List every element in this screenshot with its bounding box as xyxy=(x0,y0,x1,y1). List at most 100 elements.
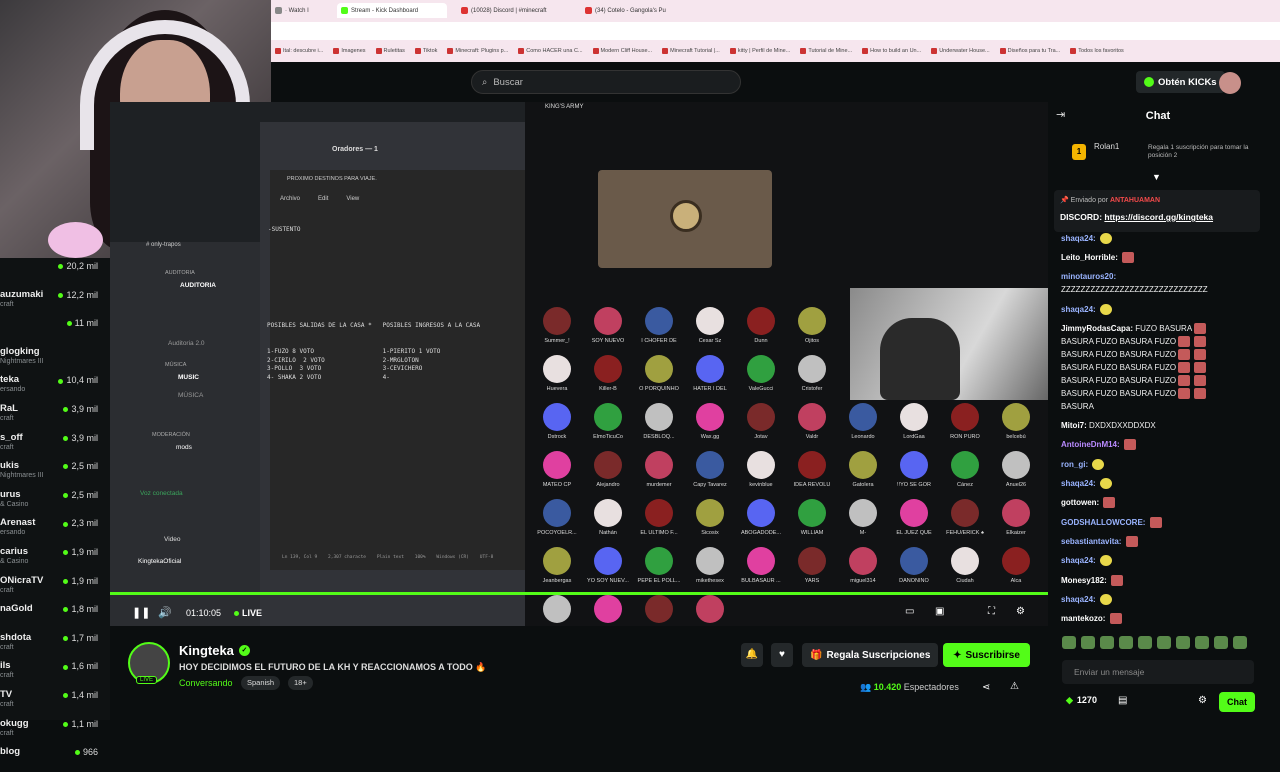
voice-member[interactable]: Gatolera xyxy=(841,449,885,495)
chat-username[interactable]: sebastiantavita: xyxy=(1061,537,1121,546)
stream-category[interactable]: Conversando xyxy=(179,678,233,688)
voice-member[interactable]: Jotav xyxy=(739,401,783,447)
video-player[interactable]: # only-trapos AUDITORIA AUDITORIA Audito… xyxy=(110,102,1048,626)
chat-username[interactable]: mantekozo: xyxy=(1061,614,1105,623)
discord-link[interactable]: https://discord.gg/kingteka xyxy=(1104,212,1213,222)
sidebar-channel[interactable]: ONicraTV craft 1,9 mil xyxy=(0,573,110,601)
search-input[interactable]: ⌕ Buscar xyxy=(471,70,741,94)
notifications-bell-icon[interactable]: 🔔 xyxy=(741,643,763,667)
chat-username[interactable]: gottowen: xyxy=(1061,498,1099,507)
voice-member[interactable]: Huevera xyxy=(535,353,579,399)
fullscreen-icon[interactable]: ⛶ xyxy=(988,606,995,617)
leader-name[interactable]: Rolan1 xyxy=(1094,142,1119,151)
voice-member[interactable]: kevinblue xyxy=(739,449,783,495)
browser-tab[interactable]: (10028) Discord | #minecraft xyxy=(457,3,572,18)
bookmark-item[interactable]: Underwater House... xyxy=(931,48,990,54)
bookmark-item[interactable]: Modern Cliff House... xyxy=(592,48,652,54)
voice-member[interactable]: DANONINO xyxy=(892,545,936,591)
sidebar-channel[interactable]: ils craft 1,6 mil xyxy=(0,658,110,686)
voice-member[interactable]: belcebú xyxy=(994,401,1038,447)
voice-member[interactable]: Dstrock xyxy=(535,401,579,447)
chat-username[interactable]: Monesy182: xyxy=(1061,576,1107,585)
theater-mode-icon[interactable]: ▭ xyxy=(905,606,914,617)
bookmark-item[interactable]: kitty | Perfil de Mine... xyxy=(729,48,790,54)
voice-member[interactable]: O PORQUINHO xyxy=(637,353,681,399)
bookmark-item[interactable]: Minecraft Tutorial |... xyxy=(662,48,720,54)
voice-member[interactable]: Cánez xyxy=(943,449,987,495)
chat-username[interactable]: shaqa24: xyxy=(1061,305,1096,314)
settings-gear-icon[interactable]: ⚙ xyxy=(1016,606,1025,617)
gift-subs-button[interactable]: 🎁 Regala Suscripciones xyxy=(802,643,939,667)
bookmark-item[interactable]: Imagenes xyxy=(333,48,366,54)
voice-member[interactable]: LordGaa xyxy=(892,401,936,447)
sidebar-channel[interactable]: Arenast ersando 2,3 mil xyxy=(0,515,110,543)
voice-member[interactable]: Capy Tavarez xyxy=(688,449,732,495)
report-icon[interactable]: ⚠ xyxy=(1010,681,1019,692)
chat-send-button[interactable]: Chat xyxy=(1219,692,1255,712)
voice-member[interactable]: BULBASAUR ... xyxy=(739,545,783,591)
volume-icon[interactable]: 🔊 xyxy=(158,606,172,619)
voice-member[interactable]: Wax.gg xyxy=(688,401,732,447)
voice-member[interactable]: WILLIAM xyxy=(790,497,834,543)
subscribe-button[interactable]: ✦ Suscribirse xyxy=(943,643,1030,667)
sidebar-channel[interactable]: auzumaki craft 12,2 mil xyxy=(0,287,110,315)
chat-username[interactable]: ron_gi: xyxy=(1061,460,1088,469)
voice-member[interactable]: EL ULTIMO F... xyxy=(637,497,681,543)
voice-member[interactable]: Anuel26 xyxy=(994,449,1038,495)
voice-member[interactable]: Cristofer xyxy=(790,353,834,399)
voice-member[interactable]: Cesar Sz xyxy=(688,305,732,351)
chat-settings-icon[interactable]: ⚙ xyxy=(1198,695,1207,706)
browser-tab[interactable]: (34) Cotelo - Gangola's Pu xyxy=(581,3,691,18)
chat-username[interactable]: GODSHALLOWCORE: xyxy=(1061,518,1145,527)
sidebar-channel[interactable]: s_off craft 3,9 mil xyxy=(0,430,110,458)
stream-progress-bar[interactable] xyxy=(110,592,1048,595)
voice-member[interactable]: I CHOFER DE xyxy=(637,305,681,351)
chat-username[interactable]: minotauros20: xyxy=(1061,272,1116,281)
voice-member[interactable]: PEPE EL POLL... xyxy=(637,545,681,591)
share-icon[interactable]: ⋖ xyxy=(982,682,990,693)
chat-username[interactable]: shaqa24: xyxy=(1061,595,1096,604)
voice-member[interactable]: Elkaizer xyxy=(994,497,1038,543)
store-icon[interactable]: ▤ xyxy=(1118,695,1127,706)
voice-member[interactable]: Valdr xyxy=(790,401,834,447)
expand-arrow-icon[interactable]: ▼ xyxy=(1152,172,1161,182)
user-avatar[interactable] xyxy=(1219,72,1241,94)
chat-username[interactable]: AntoineDnM14: xyxy=(1061,440,1120,449)
voice-member[interactable]: SOY NUEVO xyxy=(586,305,630,351)
chat-username[interactable]: shaqa24: xyxy=(1061,479,1096,488)
voice-member[interactable]: IDEA REVOLU xyxy=(790,449,834,495)
sidebar-channel[interactable]: shdota craft 1,7 mil xyxy=(0,630,110,658)
sidebar-channel[interactable]: ukis Nightmares III 2,5 mil xyxy=(0,458,110,486)
voice-member[interactable]: Alca xyxy=(994,545,1038,591)
voice-member[interactable]: miguel314 xyxy=(841,545,885,591)
bookmark-item[interactable]: Diseños para tu Tra... xyxy=(999,48,1060,54)
voice-member[interactable]: Nathán xyxy=(586,497,630,543)
sidebar-channel[interactable]: urus & Casino 2,5 mil xyxy=(0,487,110,515)
bookmark-item[interactable]: Ital: descubre i... xyxy=(275,48,323,54)
bookmark-item[interactable]: How to build an Un... xyxy=(862,48,921,54)
pause-icon[interactable]: ❚❚ xyxy=(132,606,150,619)
sidebar-channel[interactable]: 20,2 mil xyxy=(0,258,110,286)
clip-icon[interactable]: ▣ xyxy=(935,606,944,617)
voice-member[interactable]: ElmoTicuCo xyxy=(586,401,630,447)
voice-member[interactable]: !!YO SE GOR xyxy=(892,449,936,495)
voice-member[interactable]: M- xyxy=(841,497,885,543)
bookmark-item[interactable]: Tiktok xyxy=(414,48,437,54)
address-bar[interactable] xyxy=(271,22,1280,40)
kicks-balance[interactable]: 1270 xyxy=(1066,695,1097,706)
bookmark-item[interactable]: Tutorial de Mine... xyxy=(800,48,852,54)
voice-member[interactable]: Sicosix xyxy=(688,497,732,543)
browser-tab[interactable]: Stream - Kick Dashboard xyxy=(337,3,447,18)
chat-username[interactable]: Mitoi7: xyxy=(1061,421,1087,430)
chat-username[interactable]: shaqa24: xyxy=(1061,556,1096,565)
voice-member[interactable]: POCOYOELR... xyxy=(535,497,579,543)
voice-member[interactable]: FEHU/ERICK ♠ xyxy=(943,497,987,543)
chat-username[interactable]: JimmyRodasCapa: xyxy=(1061,324,1133,333)
voice-member[interactable]: ValeGucci xyxy=(739,353,783,399)
voice-member[interactable]: DESBLOQ... xyxy=(637,401,681,447)
sidebar-channel[interactable]: RaL craft 3,9 mil xyxy=(0,401,110,429)
sidebar-channel[interactable]: blog 966 xyxy=(0,744,110,772)
voice-member[interactable]: Jeanbergas xyxy=(535,545,579,591)
voice-member[interactable]: Alejandro xyxy=(586,449,630,495)
voice-member[interactable]: EL JUEZ QUE xyxy=(892,497,936,543)
